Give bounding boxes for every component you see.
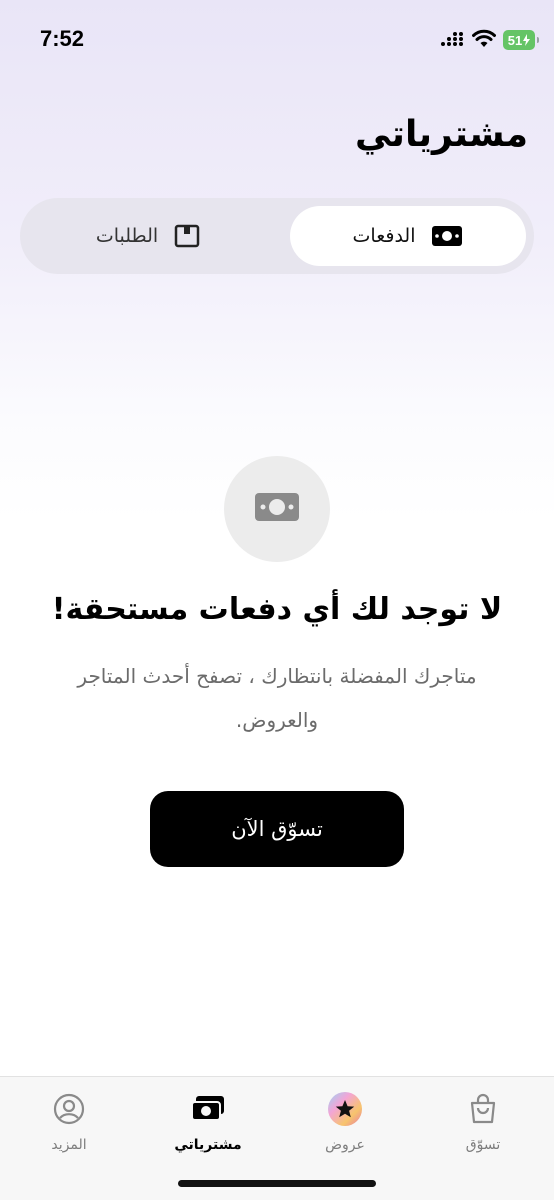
box-icon bbox=[174, 224, 200, 248]
tab-more[interactable]: المزيد bbox=[14, 1089, 124, 1153]
tab-offers[interactable]: عروض bbox=[290, 1089, 400, 1153]
status-time: 7:52 bbox=[40, 26, 85, 51]
tab-more-label: المزيد bbox=[51, 1137, 87, 1153]
cash-stack-icon bbox=[190, 1089, 226, 1129]
empty-state-icon-circle bbox=[224, 456, 330, 562]
shop-now-label: تسوّق الآن bbox=[231, 817, 323, 841]
tab-orders[interactable]: الطلبات bbox=[30, 206, 266, 266]
cash-icon bbox=[253, 491, 301, 527]
cellular-signal-icon bbox=[440, 31, 464, 51]
home-indicator bbox=[178, 1180, 376, 1187]
tab-orders-label: الطلبات bbox=[95, 225, 159, 247]
tab-offers-label: عروض bbox=[325, 1137, 365, 1153]
tab-my-purchases-label: مشترياتي bbox=[174, 1137, 242, 1153]
tab-my-purchases[interactable]: مشترياتي bbox=[153, 1089, 263, 1153]
shop-now-button[interactable]: تسوّق الآن bbox=[150, 791, 404, 867]
star-badge-icon bbox=[327, 1089, 363, 1129]
tab-shop-label: تسوّق bbox=[465, 1137, 501, 1153]
shopping-bag-icon bbox=[468, 1089, 498, 1129]
empty-state-description: متاجرك المفضلة بانتظارك ، تصفح أحدث المت… bbox=[77, 664, 477, 732]
profile-icon bbox=[53, 1089, 85, 1129]
tab-payments-label: الدفعات bbox=[352, 225, 416, 247]
tab-payments[interactable]: الدفعات bbox=[290, 206, 526, 266]
battery-icon: 51 bbox=[503, 30, 539, 50]
page-title: مشترياتي bbox=[355, 114, 528, 155]
status-bar: 7:52 51 bbox=[0, 0, 554, 80]
cash-icon bbox=[431, 225, 463, 247]
battery-level: 51 bbox=[507, 32, 523, 48]
purchases-segmented-control: الدفعات الطلبات bbox=[20, 198, 534, 274]
tab-shop[interactable]: تسوّق bbox=[428, 1089, 538, 1153]
wifi-icon bbox=[472, 29, 496, 53]
empty-state-title: لا توجد لك أي دفعات مستحقة! bbox=[51, 592, 503, 627]
